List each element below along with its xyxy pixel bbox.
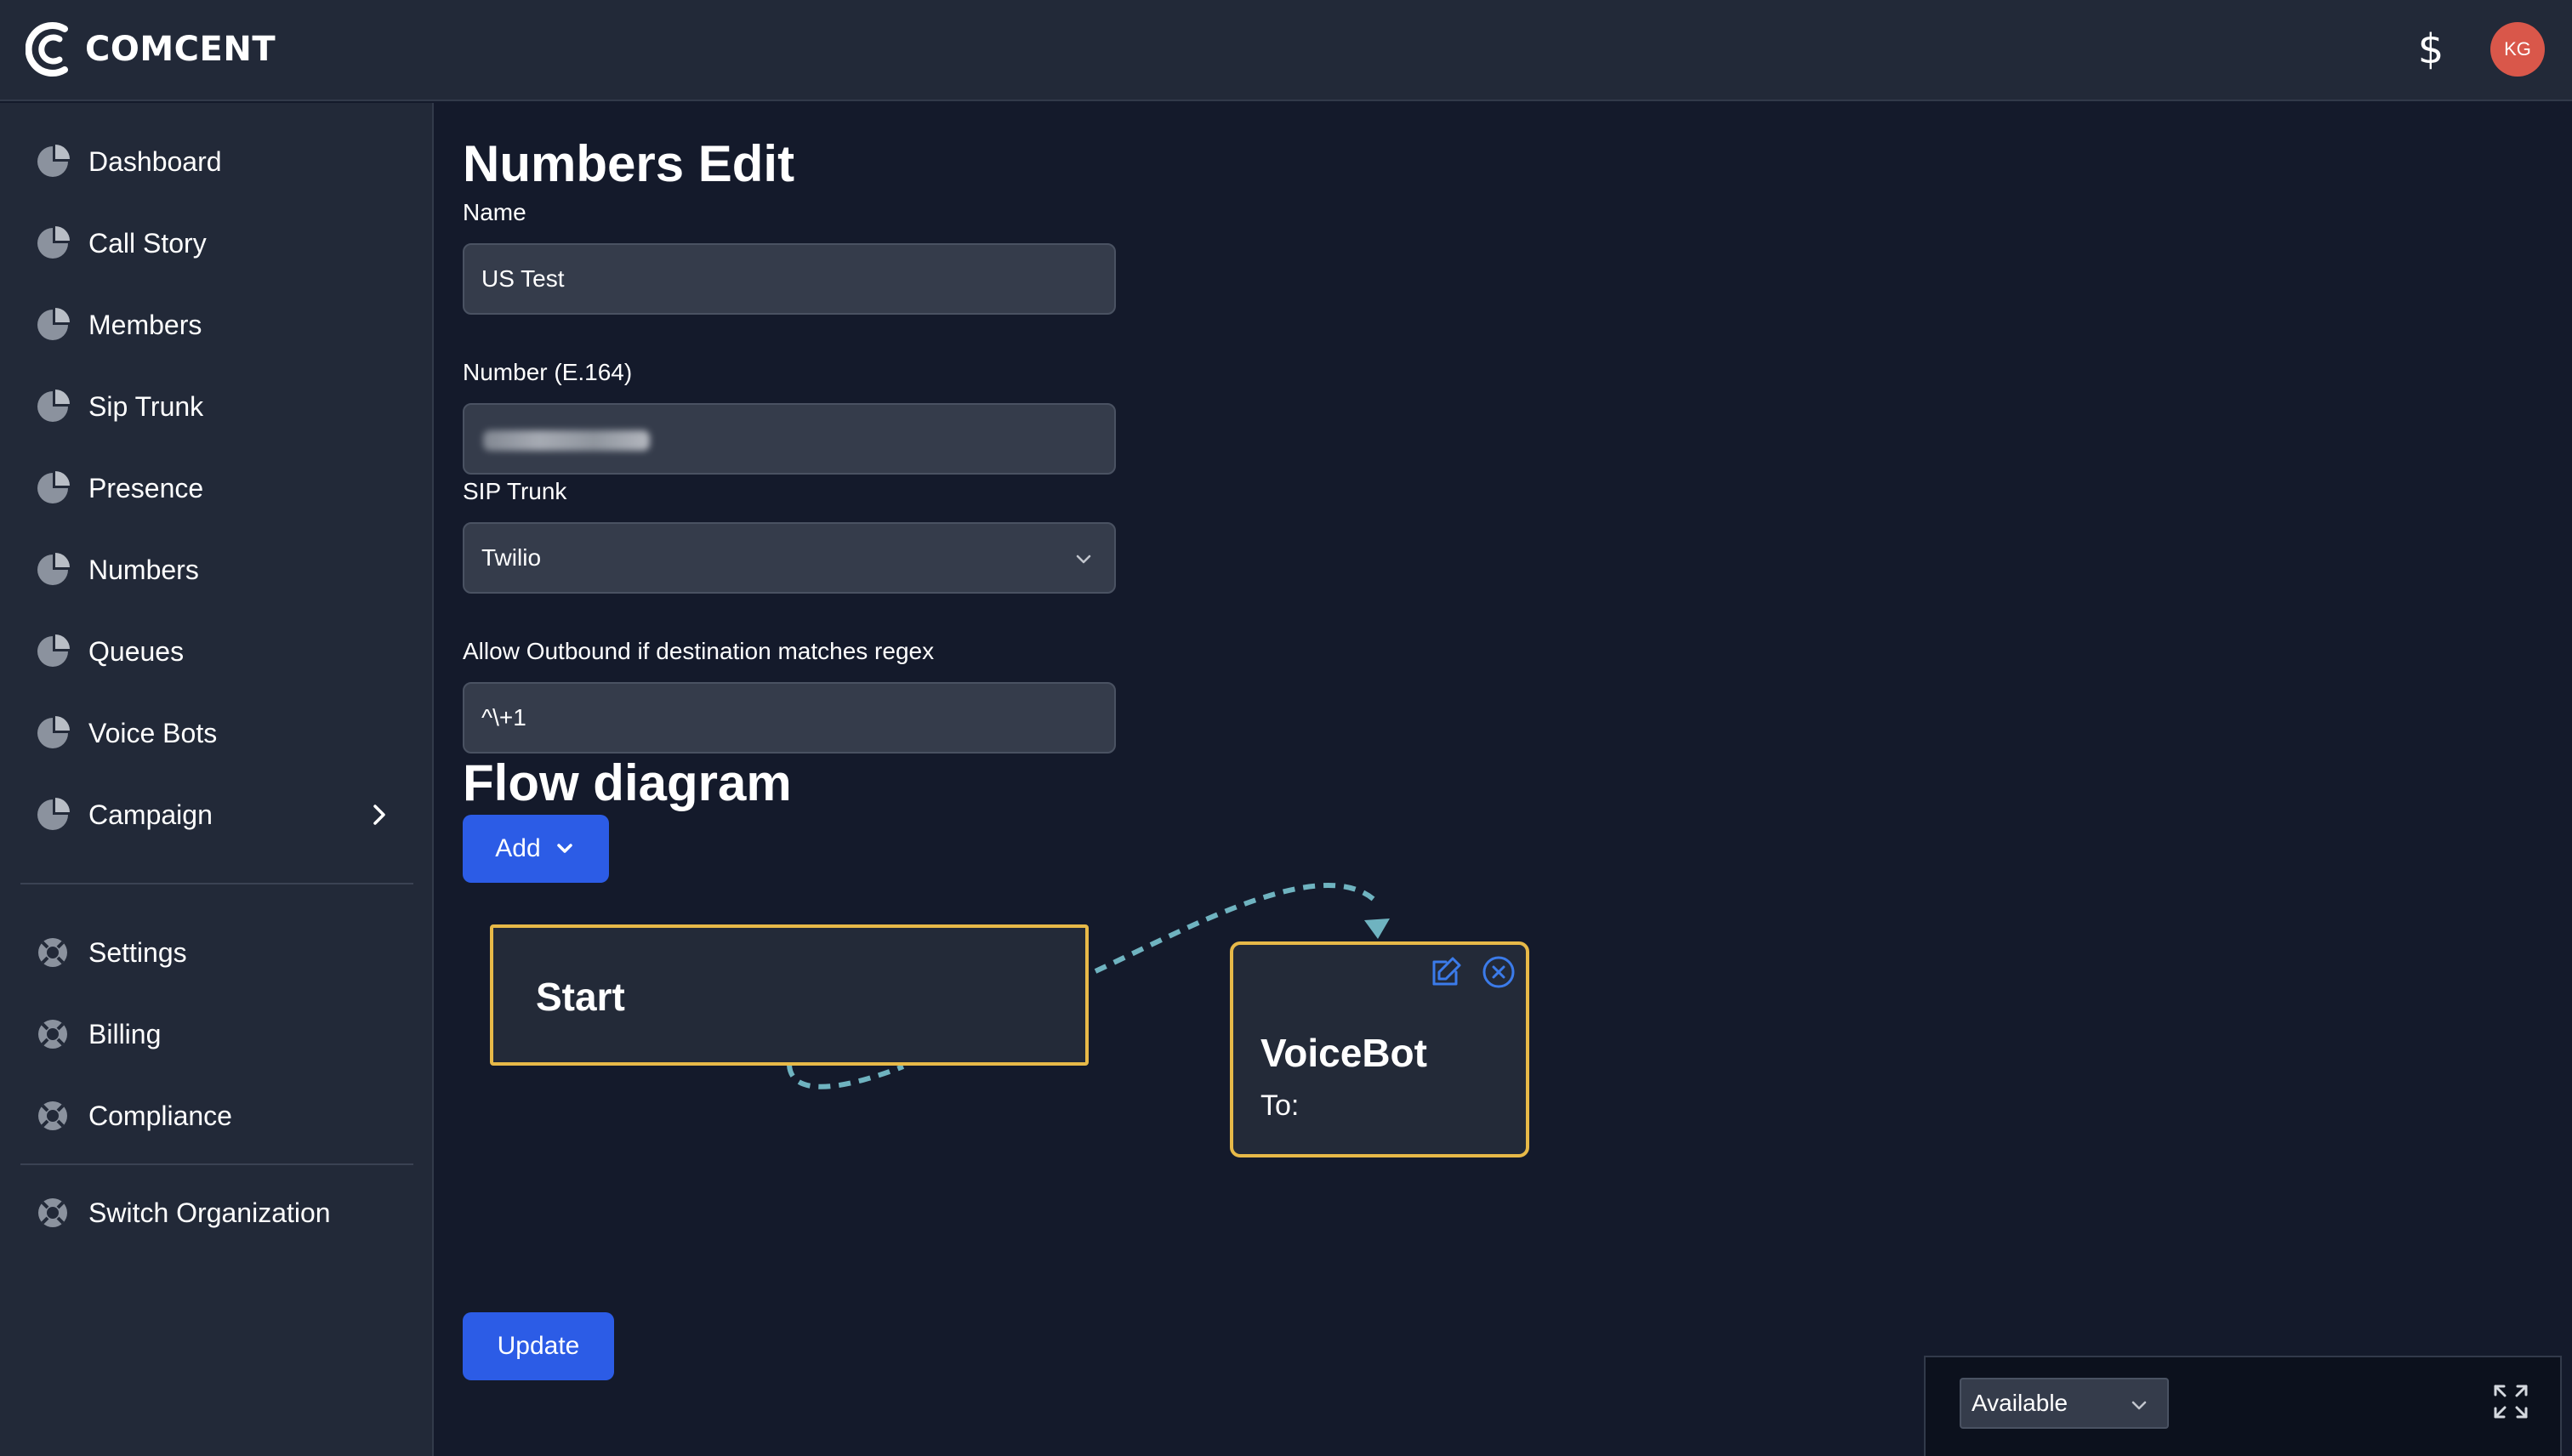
sidebar-item-label: Billing	[88, 1018, 162, 1049]
dollar-icon[interactable]: $	[2414, 22, 2448, 77]
voicebot-node-title: VoiceBot	[1260, 1031, 1427, 1075]
lifebuoy-icon	[20, 922, 88, 983]
regex-input[interactable]	[463, 682, 1116, 754]
flow-node-start[interactable]: Start	[490, 924, 1089, 1066]
flow-edge-loop	[787, 1064, 905, 1089]
number-input[interactable]	[463, 403, 1116, 475]
pie-chart-icon	[20, 458, 88, 519]
pie-chart-icon	[20, 213, 88, 274]
name-label: Name	[463, 199, 526, 225]
sidebar-item-label: Presence	[88, 472, 204, 503]
sidebar-item-queues[interactable]: Queues	[20, 621, 420, 682]
chevron-down-icon	[1076, 555, 1091, 564]
sidebar-item-label: Sip Trunk	[88, 390, 204, 422]
sidebar-item-label: Dashboard	[88, 145, 222, 177]
sidebar-item-call-story[interactable]: Call Story	[20, 213, 420, 274]
sidebar-item-label: Voice Bots	[88, 717, 218, 748]
sidebar: Dashboard Call Story Members Sip Trunk P…	[0, 103, 434, 1456]
comcent-logo-icon	[26, 22, 68, 77]
sip-trunk-value: Twilio	[481, 544, 542, 571]
sidebar-item-label: Switch Organization	[88, 1197, 331, 1228]
regex-label: Allow Outbound if destination matches re…	[463, 638, 935, 664]
edit-icon[interactable]	[1427, 953, 1465, 991]
sidebar-item-label: Settings	[88, 936, 187, 968]
status-value: Available	[1972, 1390, 2068, 1416]
pie-chart-icon	[20, 294, 88, 355]
number-label: Number (E.164)	[463, 359, 633, 385]
sidebar-item-label: Queues	[88, 635, 185, 667]
flow-node-voicebot[interactable]: VoiceBot To:	[1230, 941, 1529, 1157]
presence-dock: Available	[1924, 1356, 2562, 1456]
add-button-label: Add	[495, 834, 541, 862]
sidebar-item-switch-organization[interactable]: Switch Organization	[20, 1182, 420, 1243]
sidebar-item-compliance[interactable]: Compliance	[20, 1085, 420, 1146]
chevron-down-icon	[556, 844, 572, 853]
comcent-logo[interactable]: COMCENT	[26, 19, 276, 80]
sidebar-item-sip-trunk[interactable]: Sip Trunk	[20, 376, 420, 437]
sip-trunk-label: SIP Trunk	[463, 478, 567, 504]
sidebar-item-dashboard[interactable]: Dashboard	[20, 131, 420, 192]
sidebar-item-label: Members	[88, 309, 202, 340]
sidebar-item-label: Campaign	[88, 799, 213, 830]
logo-text: COMCENT	[85, 30, 276, 69]
start-node-title: Start	[536, 975, 625, 1019]
pie-chart-icon	[20, 131, 88, 192]
sidebar-item-billing[interactable]: Billing	[20, 1004, 420, 1065]
chevron-down-icon	[2131, 1401, 2147, 1410]
chevron-right-icon	[373, 805, 385, 825]
sidebar-item-label: Numbers	[88, 554, 199, 585]
flow-edge-arrowhead	[1364, 919, 1390, 939]
pie-chart-icon	[20, 376, 88, 437]
redacted-number	[483, 430, 650, 451]
update-button[interactable]: Update	[463, 1312, 614, 1380]
pie-chart-icon	[20, 539, 88, 600]
sidebar-item-label: Call Story	[88, 227, 207, 259]
name-input[interactable]	[463, 243, 1116, 315]
lifebuoy-icon	[20, 1085, 88, 1146]
top-bar: COMCENT $ KG	[0, 0, 2572, 101]
sidebar-item-presence[interactable]: Presence	[20, 458, 420, 519]
pie-chart-icon	[20, 702, 88, 764]
expand-icon[interactable]	[2492, 1383, 2529, 1420]
add-button[interactable]: Add	[463, 815, 609, 883]
sidebar-item-label: Compliance	[88, 1100, 232, 1131]
sip-trunk-select[interactable]: Twilio	[463, 522, 1116, 594]
avatar[interactable]: KG	[2490, 22, 2545, 77]
sidebar-item-campaign[interactable]: Campaign	[20, 784, 420, 845]
flow-diagram-title: Flow diagram	[463, 754, 792, 811]
sidebar-divider	[20, 1163, 413, 1165]
page-title: Numbers Edit	[463, 135, 795, 192]
sidebar-item-numbers[interactable]: Numbers	[20, 539, 420, 600]
sidebar-item-voice-bots[interactable]: Voice Bots	[20, 702, 420, 764]
sidebar-item-settings[interactable]: Settings	[20, 922, 420, 983]
sidebar-item-members[interactable]: Members	[20, 294, 420, 355]
status-select[interactable]: Available	[1960, 1378, 2169, 1429]
lifebuoy-icon	[20, 1182, 88, 1243]
sidebar-divider	[20, 883, 413, 884]
voicebot-node-subtitle: To:	[1260, 1089, 1300, 1122]
pie-chart-icon	[20, 621, 88, 682]
pie-chart-icon	[20, 784, 88, 845]
update-button-label: Update	[497, 1332, 580, 1360]
close-icon[interactable]	[1480, 953, 1517, 991]
lifebuoy-icon	[20, 1004, 88, 1065]
